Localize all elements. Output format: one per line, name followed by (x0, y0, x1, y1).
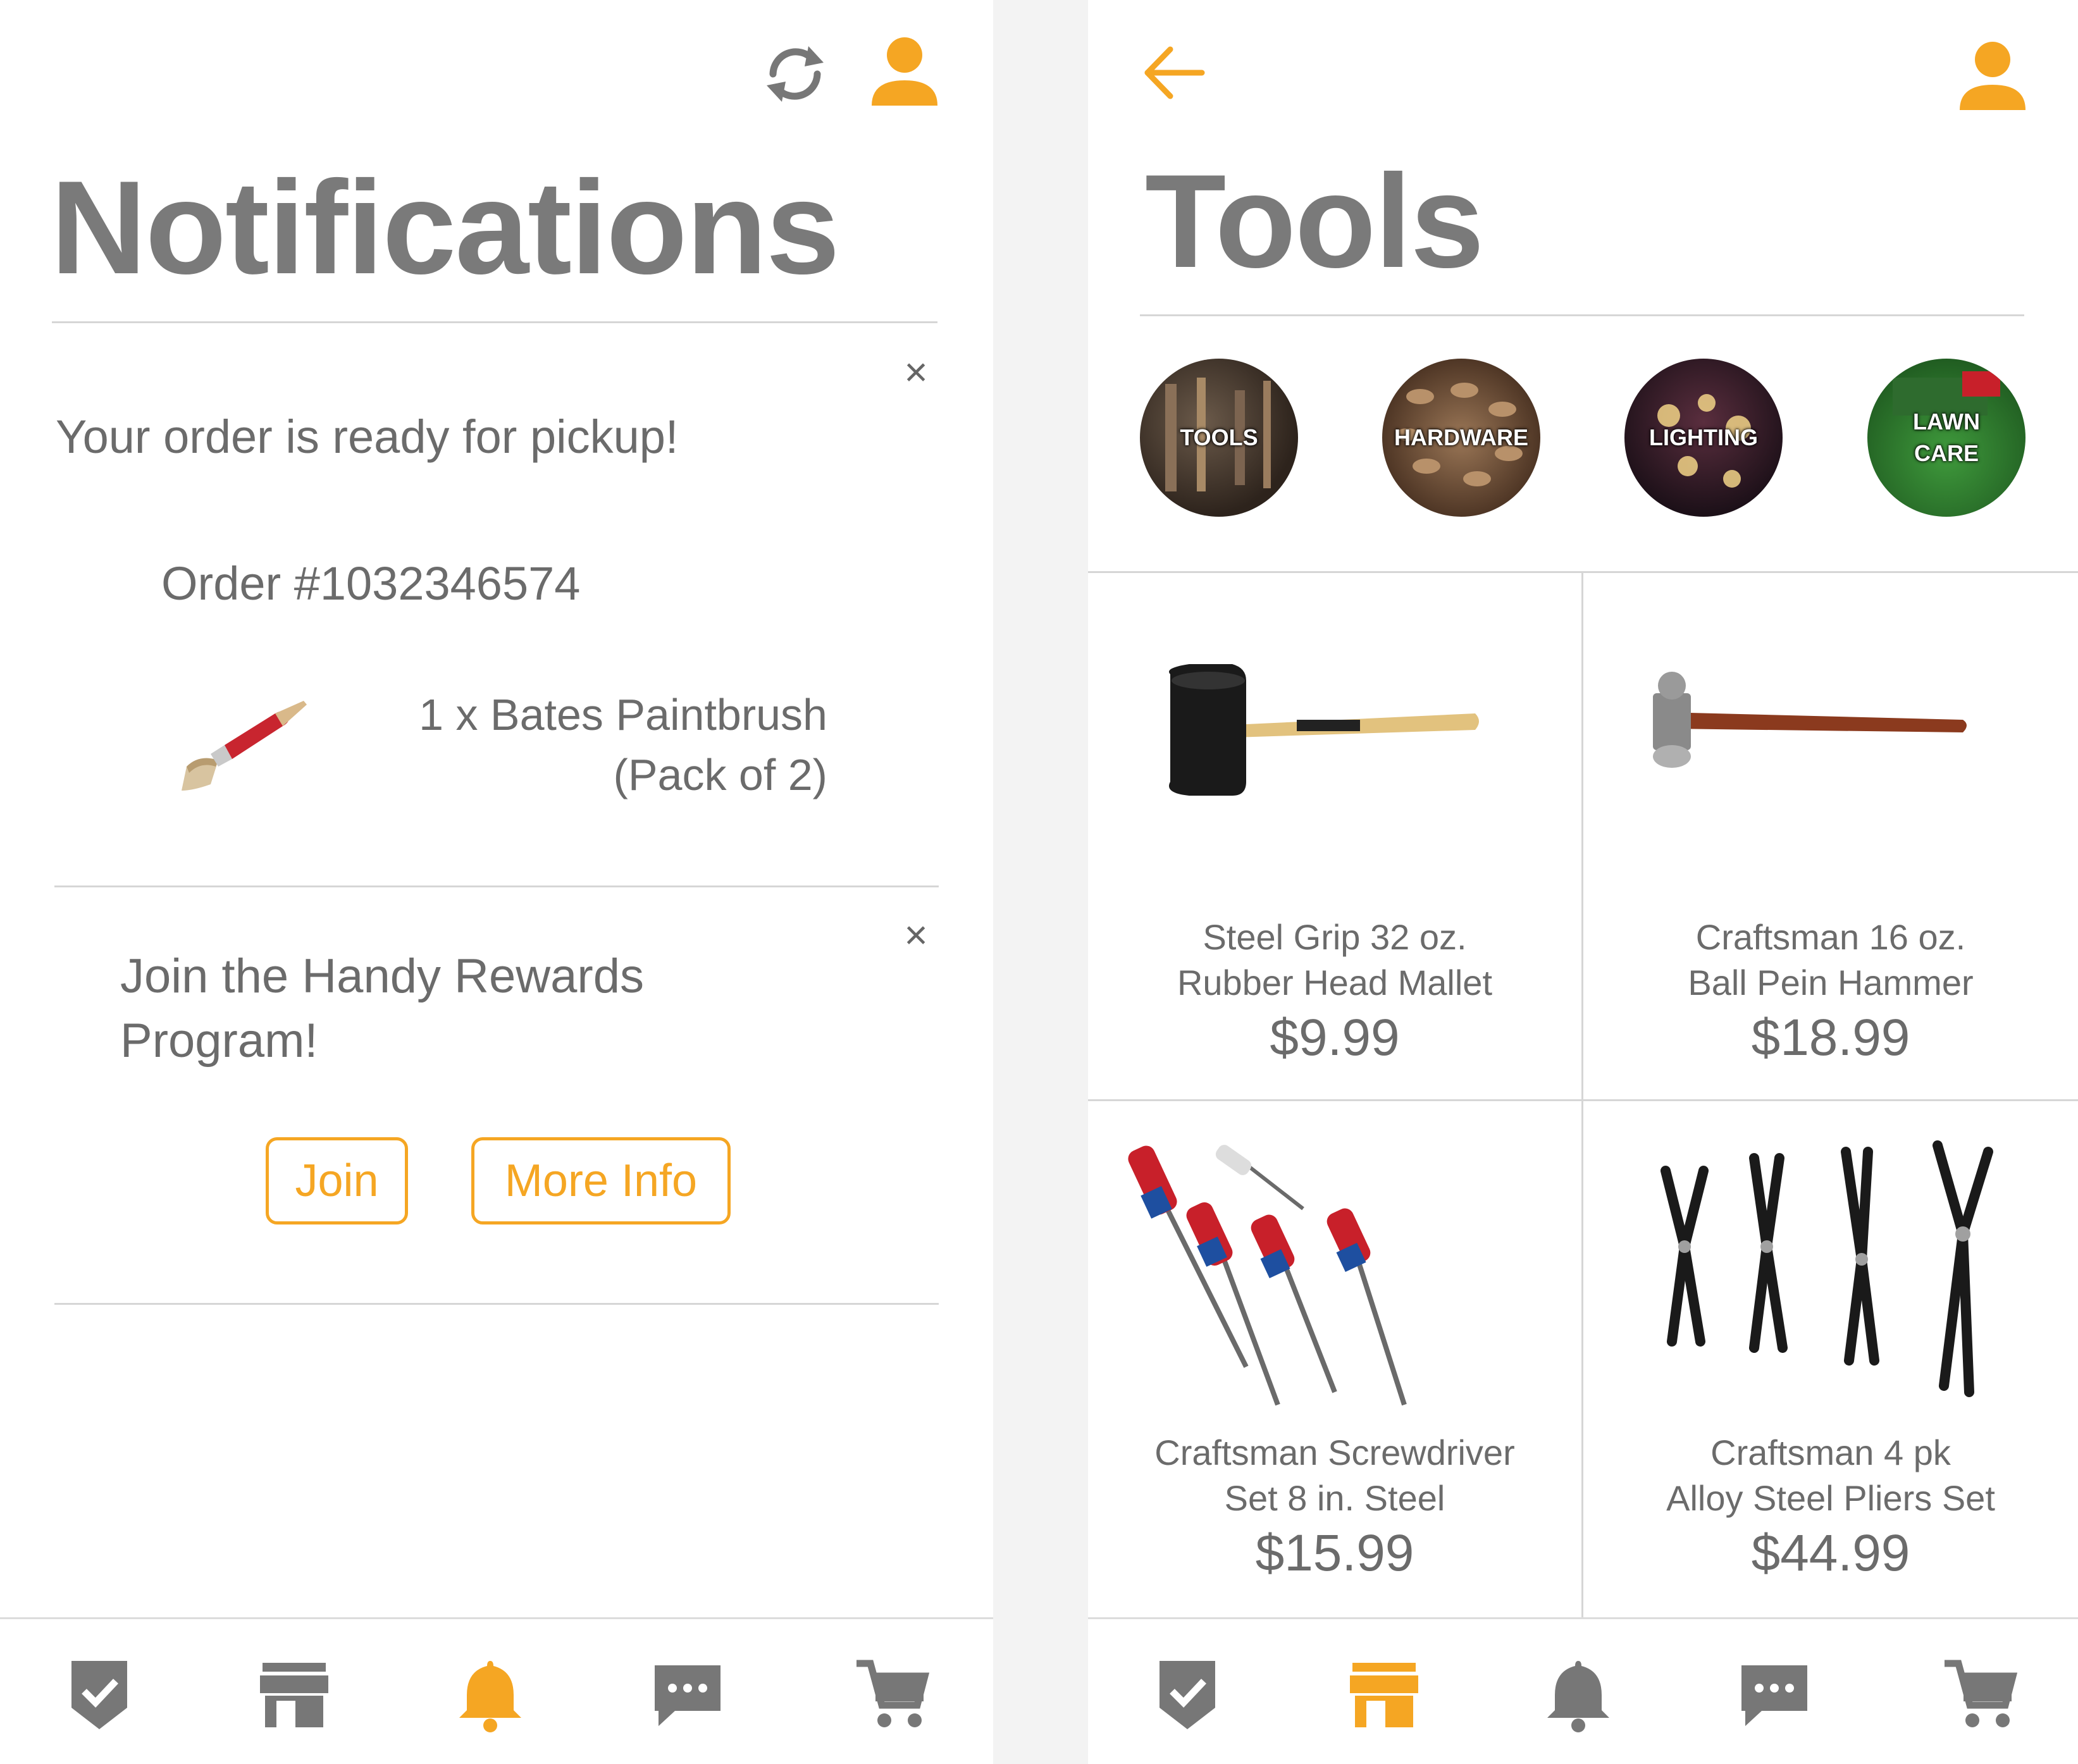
paintbrush-image (174, 696, 313, 797)
ball-pein-hammer-image (1583, 668, 2078, 782)
category-label: TOOLS (1180, 424, 1258, 450)
close-rewards-notification-button[interactable]: × (897, 915, 935, 955)
product-price: $9.99 (1270, 1009, 1400, 1066)
chat-icon[interactable] (1733, 1654, 1815, 1736)
category-lawn-care[interactable]: LAWN CARE (1867, 359, 2025, 517)
order-item-pack: (Pack of 2) (613, 750, 827, 799)
title-divider (52, 321, 937, 323)
title-divider (1140, 314, 2024, 316)
checklist-icon[interactable] (58, 1654, 140, 1736)
more-info-button[interactable]: More Info (471, 1137, 731, 1224)
product-card[interactable]: Craftsman 4 pk Alloy Steel Pliers Set $4… (1583, 1101, 2078, 1618)
product-price: $18.99 (1751, 1009, 1910, 1066)
product-name-line2: Rubber Head Mallet (1177, 963, 1493, 1002)
pliers-set-image (1583, 1133, 2078, 1417)
rewards-headline-line2: Program! (120, 1014, 318, 1068)
notifications-screen: Notifications × Your order is ready for … (0, 0, 993, 1764)
product-name-line1: Craftsman 4 pk (1710, 1433, 1951, 1472)
product-card[interactable]: Steel Grip 32 oz. Rubber Head Mallet $9.… (1088, 573, 1581, 1099)
order-ready-headline: Your order is ready for pickup! (56, 410, 679, 463)
chat-icon[interactable] (646, 1654, 729, 1736)
page-title: Tools (1145, 147, 1484, 295)
product-name-line1: Steel Grip 32 oz. (1203, 917, 1467, 957)
mallet-image (1088, 655, 1581, 801)
category-lighting[interactable]: LIGHTING (1624, 359, 1783, 517)
product-card[interactable]: Craftsman 16 oz. Ball Pein Hammer $18.99 (1583, 573, 2078, 1099)
order-item-name: 1 x Bates Paintbrush (419, 690, 827, 739)
product-name-line2: Set 8 in. Steel (1224, 1478, 1445, 1518)
store-icon[interactable] (1343, 1654, 1425, 1736)
close-order-notification-button[interactable]: × (897, 352, 935, 392)
tools-screen: Tools TOOLS HARDWARE LIGHTING LAWN CARE (1088, 0, 2078, 1764)
product-name-line2: Ball Pein Hammer (1688, 963, 1974, 1002)
refresh-icon[interactable] (754, 35, 836, 111)
join-button[interactable]: Join (266, 1137, 408, 1224)
profile-icon[interactable] (867, 35, 943, 111)
bell-icon[interactable] (1537, 1654, 1619, 1736)
product-price: $15.99 (1255, 1524, 1414, 1582)
category-label: LAWN CARE (1913, 408, 1980, 466)
card-divider (54, 1303, 939, 1305)
product-name-line1: Craftsman 16 oz. (1695, 917, 1966, 957)
cart-icon[interactable] (1939, 1654, 2021, 1736)
order-number: Order #1032346574 (161, 557, 581, 610)
store-icon[interactable] (253, 1654, 335, 1736)
cart-icon[interactable] (851, 1654, 933, 1736)
product-name-line1: Craftsman Screwdriver (1154, 1433, 1515, 1472)
rewards-headline-line1: Join the Handy Rewards (120, 949, 644, 1003)
category-label: HARDWARE (1394, 424, 1528, 450)
back-arrow-icon[interactable] (1139, 38, 1208, 108)
product-card[interactable]: Craftsman Screwdriver Set 8 in. Steel $1… (1088, 1101, 1581, 1618)
product-price: $44.99 (1751, 1524, 1910, 1582)
profile-icon[interactable] (1955, 39, 2031, 115)
bottom-nav (0, 1617, 993, 1764)
product-name-line2: Alloy Steel Pliers Set (1666, 1478, 1995, 1518)
category-tools[interactable]: TOOLS (1140, 359, 1298, 517)
category-hardware[interactable]: HARDWARE (1382, 359, 1540, 517)
page-title: Notifications (51, 153, 840, 302)
bell-icon[interactable] (449, 1654, 531, 1736)
screwdriver-set-image (1088, 1139, 1581, 1417)
card-divider (54, 885, 939, 887)
bottom-nav (1088, 1617, 2078, 1764)
category-label: LIGHTING (1649, 424, 1758, 450)
checklist-icon[interactable] (1146, 1654, 1228, 1736)
